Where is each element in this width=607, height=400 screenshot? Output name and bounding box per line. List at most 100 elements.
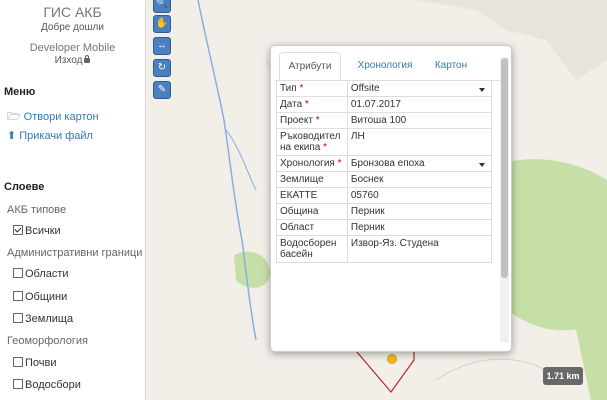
checkbox[interactable] [13, 268, 23, 278]
feature-popup: Атрибути Хронология Картон Тип * Offsite Д… [270, 45, 512, 352]
required-marker: * [296, 83, 304, 94]
attribute-value[interactable]: 05760 [351, 190, 488, 201]
logout-label[interactable]: Изход [55, 55, 83, 66]
attribute-input[interactable]: Витоша 100 [346, 112, 492, 129]
attribute-input[interactable]: Перник [346, 203, 492, 220]
layer-label[interactable]: Землища [25, 313, 73, 325]
attribute-row: Община Перник [276, 203, 492, 220]
menu-item-label[interactable]: Прикачи файл [19, 130, 93, 142]
layer-checkbox-regions[interactable]: Области [13, 268, 69, 280]
sidebar: ГИС АКБ Добре дошли Developer Mobile Изх… [0, 0, 146, 400]
popup-tabs: Атрибути Хронология Картон [275, 52, 507, 81]
attribute-value[interactable]: Offsite [351, 83, 488, 94]
attribute-input[interactable]: 01.07.2017 [346, 96, 492, 113]
layer-checkbox-soils[interactable]: Почви [13, 357, 57, 369]
attribute-input[interactable]: 05760 [346, 187, 492, 204]
required-marker: * [320, 142, 328, 153]
required-marker: * [302, 99, 309, 110]
popup-scrollbar[interactable] [500, 58, 509, 343]
attribute-label-text: Землище [280, 174, 324, 185]
attribute-label-text: Ръководител на екипа [280, 131, 341, 153]
attribute-row: Дата * 01.07.2017 [276, 96, 492, 113]
layers-heading: Слоеве [4, 181, 45, 193]
layer-checkbox-watersheds[interactable]: Водосбори [13, 379, 81, 391]
attribute-select[interactable]: Бронзова епоха [346, 155, 492, 172]
attribute-input[interactable]: ЛН [346, 128, 492, 156]
attribute-value[interactable]: Бронзова епоха [351, 158, 488, 169]
attribute-value[interactable]: Витоша 100 [351, 115, 488, 126]
attribute-label-text: Водосборен басейн [280, 238, 337, 260]
edit-pencil-icon[interactable]: ✎ [153, 81, 171, 99]
upload-icon: ⬆ [7, 130, 17, 142]
menu-item-open-card[interactable]: 🗁 Отвори картон [7, 108, 99, 127]
tab-attributes[interactable]: Атрибути [279, 52, 341, 81]
attribute-value[interactable]: Боснек [351, 174, 488, 185]
attribute-label: Землище [276, 171, 348, 188]
attribute-value[interactable]: 01.07.2017 [351, 99, 488, 110]
logout-link[interactable]: Изход [0, 55, 145, 66]
required-marker: * [312, 115, 320, 126]
scale-badge: 1.71 km [543, 367, 583, 385]
attribute-input[interactable]: Боснек [346, 171, 492, 188]
layer-checkbox-all[interactable]: Всички [13, 225, 61, 237]
tab-chronology[interactable]: Хронология [351, 52, 419, 79]
attribute-value[interactable]: Перник [351, 206, 488, 217]
attribute-label: Тип * [276, 80, 348, 97]
layer-label[interactable]: Водосбори [25, 379, 81, 391]
checkbox[interactable] [13, 379, 23, 389]
attribute-label: Ръководител на екипа * [276, 128, 348, 156]
attribute-row: Проект * Витоша 100 [276, 112, 492, 129]
layer-group-label: АКБ типове [7, 204, 67, 216]
attribute-label-text: Дата [280, 99, 303, 110]
attribute-label-text: ЕКАТТЕ [280, 190, 318, 201]
attribute-row: Водосборен басейн Извор-Яз. Студена [276, 235, 492, 263]
attribute-label-text: Община [280, 206, 319, 217]
greeting-text: Добре дошли [41, 22, 104, 33]
layer-label[interactable]: Области [25, 268, 69, 280]
attribute-label: Дата * [276, 96, 348, 113]
menu-item-label[interactable]: Отвори картон [24, 111, 99, 123]
attribute-label: Проект * [276, 112, 348, 129]
measure-icon[interactable]: ↔ [153, 37, 171, 55]
attribute-label: Водосборен басейн [276, 235, 348, 263]
layer-label[interactable]: Общини [25, 291, 67, 303]
checkbox[interactable] [13, 313, 23, 323]
attribute-label: Община [276, 203, 348, 220]
attribute-row: Област Перник [276, 219, 492, 236]
attribute-label: ЕКАТТЕ [276, 187, 348, 204]
map-marker[interactable] [387, 354, 397, 364]
checkbox[interactable] [13, 291, 23, 301]
attribute-label-text: Хронология [280, 158, 335, 169]
checkbox[interactable] [13, 357, 23, 367]
attribute-row: Тип * Offsite [276, 80, 492, 97]
attribute-input[interactable]: Извор-Яз. Студена [346, 235, 492, 263]
attribute-value[interactable]: Перник [351, 222, 488, 233]
checkbox-checked[interactable] [13, 225, 23, 235]
layer-label[interactable]: Всички [25, 225, 61, 237]
layer-checkbox-municipalities[interactable]: Общини [13, 291, 67, 303]
lock-icon [84, 55, 91, 63]
attributes-table: Тип * Offsite Дата * 01.07.2017 Проект * Вито… [276, 80, 492, 345]
tab-card[interactable]: Картон [425, 52, 477, 79]
attribute-label: Хронология * [276, 155, 348, 172]
scrollbar-thumb[interactable] [501, 58, 508, 278]
attribute-input[interactable]: Перник [346, 219, 492, 236]
attribute-value[interactable]: Извор-Яз. Студена [351, 238, 488, 249]
refresh-icon[interactable]: ↻ [153, 59, 171, 77]
attribute-select[interactable]: Offsite [346, 80, 492, 97]
attribute-label-text: Проект [280, 115, 313, 126]
layer-label[interactable]: Почви [25, 357, 57, 369]
attribute-value[interactable]: ЛН [351, 131, 488, 142]
attribute-row: ЕКАТТЕ 05760 [276, 187, 492, 204]
attribute-label-text: Област [280, 222, 315, 233]
app-title: ГИС АКБ [43, 4, 102, 20]
zoom-icon[interactable]: 🔍 [153, 0, 171, 13]
pan-hand-icon[interactable]: ✋ [153, 15, 171, 33]
layer-group-label: Административни граници [7, 247, 143, 259]
attribute-row: Землище Боснек [276, 171, 492, 188]
layer-group-label: Геоморфология [7, 335, 88, 347]
folder-open-icon: 🗁 [7, 111, 21, 123]
user-name: Developer Mobile [29, 42, 116, 54]
menu-item-attach-file[interactable]: ⬆ Прикачи файл [7, 129, 93, 142]
layer-checkbox-lands[interactable]: Землища [13, 313, 73, 325]
